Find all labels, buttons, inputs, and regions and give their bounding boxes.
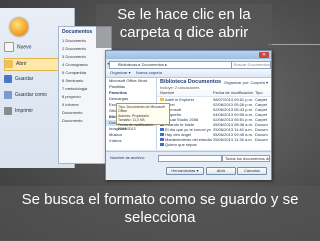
new-document-icon bbox=[4, 42, 14, 52]
column-type[interactable]: Tipo bbox=[255, 90, 263, 96]
word-document-icon bbox=[160, 133, 164, 137]
recent-document-item[interactable]: 9 informe bbox=[59, 101, 111, 109]
dialog-toolbar: Organizar ▾ Nueva carpeta bbox=[106, 69, 271, 78]
recent-document-item[interactable]: Documento bbox=[59, 109, 111, 117]
office-button-icon[interactable] bbox=[10, 18, 28, 36]
word-document-icon bbox=[160, 138, 164, 142]
column-name[interactable]: Nombre bbox=[160, 90, 174, 96]
new-folder-button[interactable]: Nueva carpeta bbox=[136, 70, 162, 75]
dialog-titlebar: ✕ bbox=[106, 51, 271, 59]
recent-document-item[interactable]: 3 Documento bbox=[59, 53, 111, 61]
recent-document-item[interactable]: Documento bbox=[59, 117, 111, 125]
address-bar[interactable]: Bibliotecas ▸ Documentos ▸ bbox=[109, 61, 237, 69]
tools-button[interactable]: Herramientas ▾ bbox=[166, 167, 204, 175]
recent-document-item[interactable]: 6 Seminario bbox=[59, 77, 111, 85]
search-input[interactable]: Buscar Documentos bbox=[231, 61, 271, 69]
file-info-tooltip: Tipo: Documento de Microsoft Office Autor… bbox=[116, 103, 170, 131]
folder-icon bbox=[160, 98, 164, 102]
recent-document-item[interactable]: 4 Cronograma bbox=[59, 61, 111, 69]
tooltip-line: Fecha de modificación: 22/06/2013 bbox=[118, 122, 154, 132]
slide-divider-line bbox=[268, 44, 320, 45]
column-date[interactable]: Fecha de modificación bbox=[213, 90, 253, 96]
dialog-footer: Nombre de archivo: Todos los documentos … bbox=[106, 151, 271, 180]
file-name: Quiero que sepas bbox=[165, 142, 197, 147]
printer-icon bbox=[4, 106, 12, 115]
save-as-icon bbox=[4, 90, 12, 99]
file-list-header: Nombre Fecha de modificación Tipo bbox=[157, 90, 271, 97]
save-disk-icon bbox=[4, 74, 12, 83]
filetype-select[interactable]: Todos los documentos de Word bbox=[222, 155, 270, 162]
nav-item[interactable]: Vídeos bbox=[106, 138, 156, 144]
cancel-button[interactable]: Cancelar bbox=[237, 167, 267, 175]
organize-button[interactable]: Organizar ▾ bbox=[110, 70, 131, 75]
filename-label: Nombre de archivo: bbox=[110, 155, 145, 160]
arrange-by-selector[interactable]: Organizar por: Carpeta ▾ bbox=[224, 80, 268, 85]
file-list-pane: Biblioteca Documentos Incluye: 2 ubicaci… bbox=[157, 78, 271, 150]
filename-input[interactable] bbox=[158, 155, 222, 162]
close-button[interactable]: ✕ bbox=[259, 52, 269, 58]
open-folder-icon bbox=[5, 59, 13, 68]
bottom-instruction-callout: Se busca el formato como se guardo y se … bbox=[0, 186, 320, 241]
recent-document-item[interactable]: 7 metodologia bbox=[59, 85, 111, 93]
recent-document-item[interactable]: 5 Compartida bbox=[59, 69, 111, 77]
word-document-icon bbox=[160, 143, 164, 147]
recent-document-item[interactable]: 8 proyecto bbox=[59, 93, 111, 101]
top-instruction-callout: Se le hace clic en la carpeta q dice abr… bbox=[96, 4, 272, 48]
file-row[interactable]: Quiero que sepas bbox=[157, 142, 271, 147]
tooltip-line: Tipo: Documento de Microsoft Office bbox=[118, 105, 165, 114]
open-button[interactable]: Abrir bbox=[206, 167, 236, 175]
